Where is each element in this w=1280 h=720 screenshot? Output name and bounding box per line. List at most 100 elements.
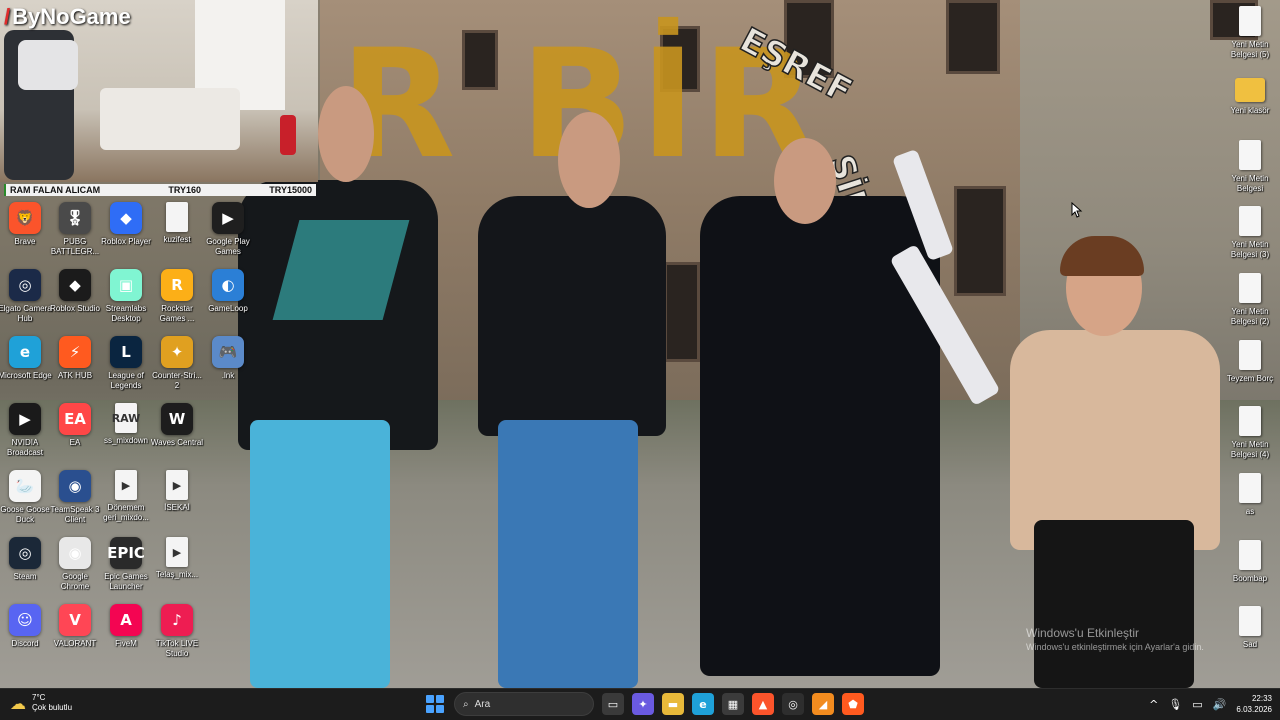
taskbar-center: ⌕ Ara ▭ ✦ ▬ e ▦ ▲ ◎ ◢ ⬟ <box>424 692 864 716</box>
desktop-file[interactable]: Yeni Metin Belgesi (4) <box>1225 406 1275 460</box>
desktop-icon-grid: 🦁 Brave 🎖 PUBG BATTLEGR... ◆ Roblox Player kuz… <box>0 202 255 672</box>
desktop-shortcut[interactable]: ▶ Telaş_mix... <box>152 537 202 580</box>
desktop-shortcut[interactable]: ◎ Elgato Camera Hub <box>0 269 52 324</box>
desktop-shortcut[interactable]: ◐ GameLoop <box>203 269 253 314</box>
desktop-shortcut-label: Google Chrome <box>60 572 90 591</box>
desktop-shortcut[interactable]: EPIC Epic Games Launcher <box>101 537 151 592</box>
desktop-shortcut[interactable]: ▶ İSEKAİ <box>152 470 202 513</box>
desktop-shortcut[interactable]: ▶ Google Play Games <box>203 202 253 257</box>
clock-time: 22:33 <box>1251 694 1272 703</box>
obs-icon[interactable]: ◎ <box>782 693 804 715</box>
desktop-shortcut-label: ss_mixdown <box>103 436 148 445</box>
desktop-file[interactable]: Sad <box>1225 606 1275 650</box>
desktop-shortcut[interactable]: EA EA <box>50 403 100 448</box>
desktop-shortcut[interactable]: ☺ Discord <box>0 604 50 649</box>
desktop-shortcut[interactable]: e Microsoft Edge <box>0 336 52 381</box>
desktop-shortcut-label: Streamlabs Desktop <box>105 304 147 323</box>
desktop-shortcut-label: Telaş_mix... <box>155 570 199 579</box>
desktop-shortcut-label: Elgato Camera Hub <box>0 304 52 323</box>
clock[interactable]: 22:33 6.03.2026 <box>1236 693 1272 715</box>
desktop-shortcut[interactable]: ◆ Roblox Player <box>101 202 151 247</box>
desktop-shortcut[interactable]: 🎖 PUBG BATTLEGR... <box>50 202 100 257</box>
folder-icon[interactable]: ▬ <box>662 693 684 715</box>
desktop-shortcut[interactable]: V VALORANT <box>50 604 100 649</box>
discord-icon: ☺ <box>9 604 41 636</box>
desktop-shortcut[interactable]: ▶ NVIDIA Broadcast <box>0 403 50 458</box>
desktop-shortcut[interactable]: ◆ Roblox Studio <box>50 269 100 314</box>
chevron-up-icon[interactable]: ^ <box>1149 698 1158 711</box>
copilot-icon[interactable]: ✦ <box>632 693 654 715</box>
network-icon[interactable]: ▭ <box>1192 698 1202 711</box>
desktop-shortcut[interactable]: RAW ss_mixdown <box>101 403 151 446</box>
fl-studio-icon[interactable]: ◢ <box>812 693 834 715</box>
desktop-shortcut[interactable]: A FiveM <box>101 604 151 649</box>
file-explorer-icon[interactable]: ▭ <box>602 693 624 715</box>
desktop-icon-column-right: Yeni Metin Belgesi (5) Yeni klasör Yeni Me… <box>1220 0 1280 680</box>
weather-temperature: 7°C <box>32 693 46 702</box>
document-icon <box>1239 6 1261 36</box>
fivem-icon: A <box>110 604 142 636</box>
search-icon: ⌕ <box>463 698 469 710</box>
desktop-file[interactable]: Yeni klasör <box>1225 74 1275 116</box>
desktop-shortcut[interactable]: ⚡ ATK HUB <box>50 336 100 381</box>
desktop-shortcut[interactable]: 🦁 Brave <box>0 202 50 247</box>
desktop-file-label: Yeni Metin Belgesi <box>1231 174 1269 193</box>
webcam-bed <box>100 88 240 150</box>
webcam-microphone <box>280 115 296 155</box>
windows-logo-icon <box>426 705 434 713</box>
store-icon[interactable]: ▦ <box>722 693 744 715</box>
desktop-file[interactable]: Teyzem Borç <box>1225 340 1275 384</box>
taskbar-search-input[interactable]: ⌕ Ara <box>454 692 594 716</box>
desktop-shortcut[interactable]: 🦢 Goose Goose Duck <box>0 470 50 525</box>
microphone-icon[interactable]: 🎙 <box>1168 698 1182 711</box>
desktop-shortcut[interactable]: R Rockstar Games ... <box>152 269 202 324</box>
desktop-shortcut-label: Waves Central <box>150 438 204 447</box>
desktop-shortcut[interactable]: ♪ TikTok LIVE Studio <box>152 604 202 659</box>
weather-widget[interactable]: ☁ 7°C Çok bulutlu <box>10 693 72 713</box>
wallpaper-head-2 <box>558 112 620 208</box>
activate-windows-title: Windows'u Etkinleştir <box>1026 626 1139 640</box>
desktop-shortcut[interactable]: ◎ Steam <box>0 537 50 582</box>
desktop-file[interactable]: Yeni Metin Belgesi <box>1225 140 1275 194</box>
steam-icon: ◎ <box>9 537 41 569</box>
pubg-icon: 🎖 <box>59 202 91 234</box>
shield-app-icon[interactable]: ⬟ <box>842 693 864 715</box>
wallpaper-window <box>946 0 1000 74</box>
edge-icon: e <box>9 336 41 368</box>
teamspeak-icon: ◉ <box>59 470 91 502</box>
desktop-shortcut[interactable]: ◉ TeamSpeak 3 Client <box>50 470 100 525</box>
desktop-file-label: Boombap <box>1232 574 1268 583</box>
taskbar: ☁ 7°C Çok bulutlu ⌕ Ara ▭ ✦ ▬ e ▦ ▲ ◎ ◢ ⬟ ^ 🎙 ▭ … <box>0 688 1280 720</box>
desktop-file[interactable]: Yeni Metin Belgesi (3) <box>1225 206 1275 260</box>
ticker-left-text: RAM FALAN ALICAM <box>10 185 101 195</box>
desktop-shortcut[interactable]: ✦ Counter-Stri... 2 <box>152 336 202 391</box>
desktop-shortcut[interactable]: kuzifest <box>152 202 202 245</box>
desktop-shortcut[interactable]: L League of Legends <box>101 336 151 391</box>
volume-icon[interactable]: 🔊 <box>1213 698 1227 711</box>
raw-file-icon: RAW <box>112 403 140 433</box>
desktop-shortcut-label: İSEKAİ <box>164 503 190 512</box>
start-button[interactable] <box>424 693 446 715</box>
desktop-shortcut[interactable]: 🎮 .lnk <box>203 336 253 381</box>
desktop-shortcut[interactable]: ◉ Google Chrome <box>50 537 100 592</box>
desktop-file[interactable]: as <box>1225 473 1275 517</box>
document-icon <box>1239 340 1261 370</box>
desktop-shortcut-label: Rockstar Games ... <box>159 304 195 323</box>
edge-icon[interactable]: e <box>692 693 714 715</box>
desktop-file[interactable]: Boombap <box>1225 540 1275 584</box>
brave-icon[interactable]: ▲ <box>752 693 774 715</box>
desktop-shortcut-label: Discord <box>11 639 39 648</box>
document-icon <box>1239 206 1261 236</box>
desktop-shortcut[interactable]: W Waves Central <box>150 403 204 448</box>
elgato-icon: ◎ <box>9 269 41 301</box>
epic-games-icon: EPIC <box>107 537 145 569</box>
desktop-file[interactable]: Yeni Metin Belgesi (2) <box>1225 273 1275 327</box>
desktop-file[interactable]: Yeni Metin Belgesi (5) <box>1225 6 1275 60</box>
activate-windows-subtitle: Windows'u etkinleştirmek için Ayarlar'a … <box>1026 642 1204 652</box>
desktop-shortcut-label: FiveM <box>115 639 137 648</box>
desktop-file-label: Yeni Metin Belgesi (4) <box>1230 440 1270 459</box>
channel-logo: /ByNoGame <box>4 4 131 29</box>
desktop-file-label: Sad <box>1242 640 1258 649</box>
desktop-shortcut[interactable]: ▶ Dönemem geri_mixdo... <box>101 470 151 523</box>
desktop-shortcut[interactable]: ▣ Streamlabs Desktop <box>101 269 151 324</box>
